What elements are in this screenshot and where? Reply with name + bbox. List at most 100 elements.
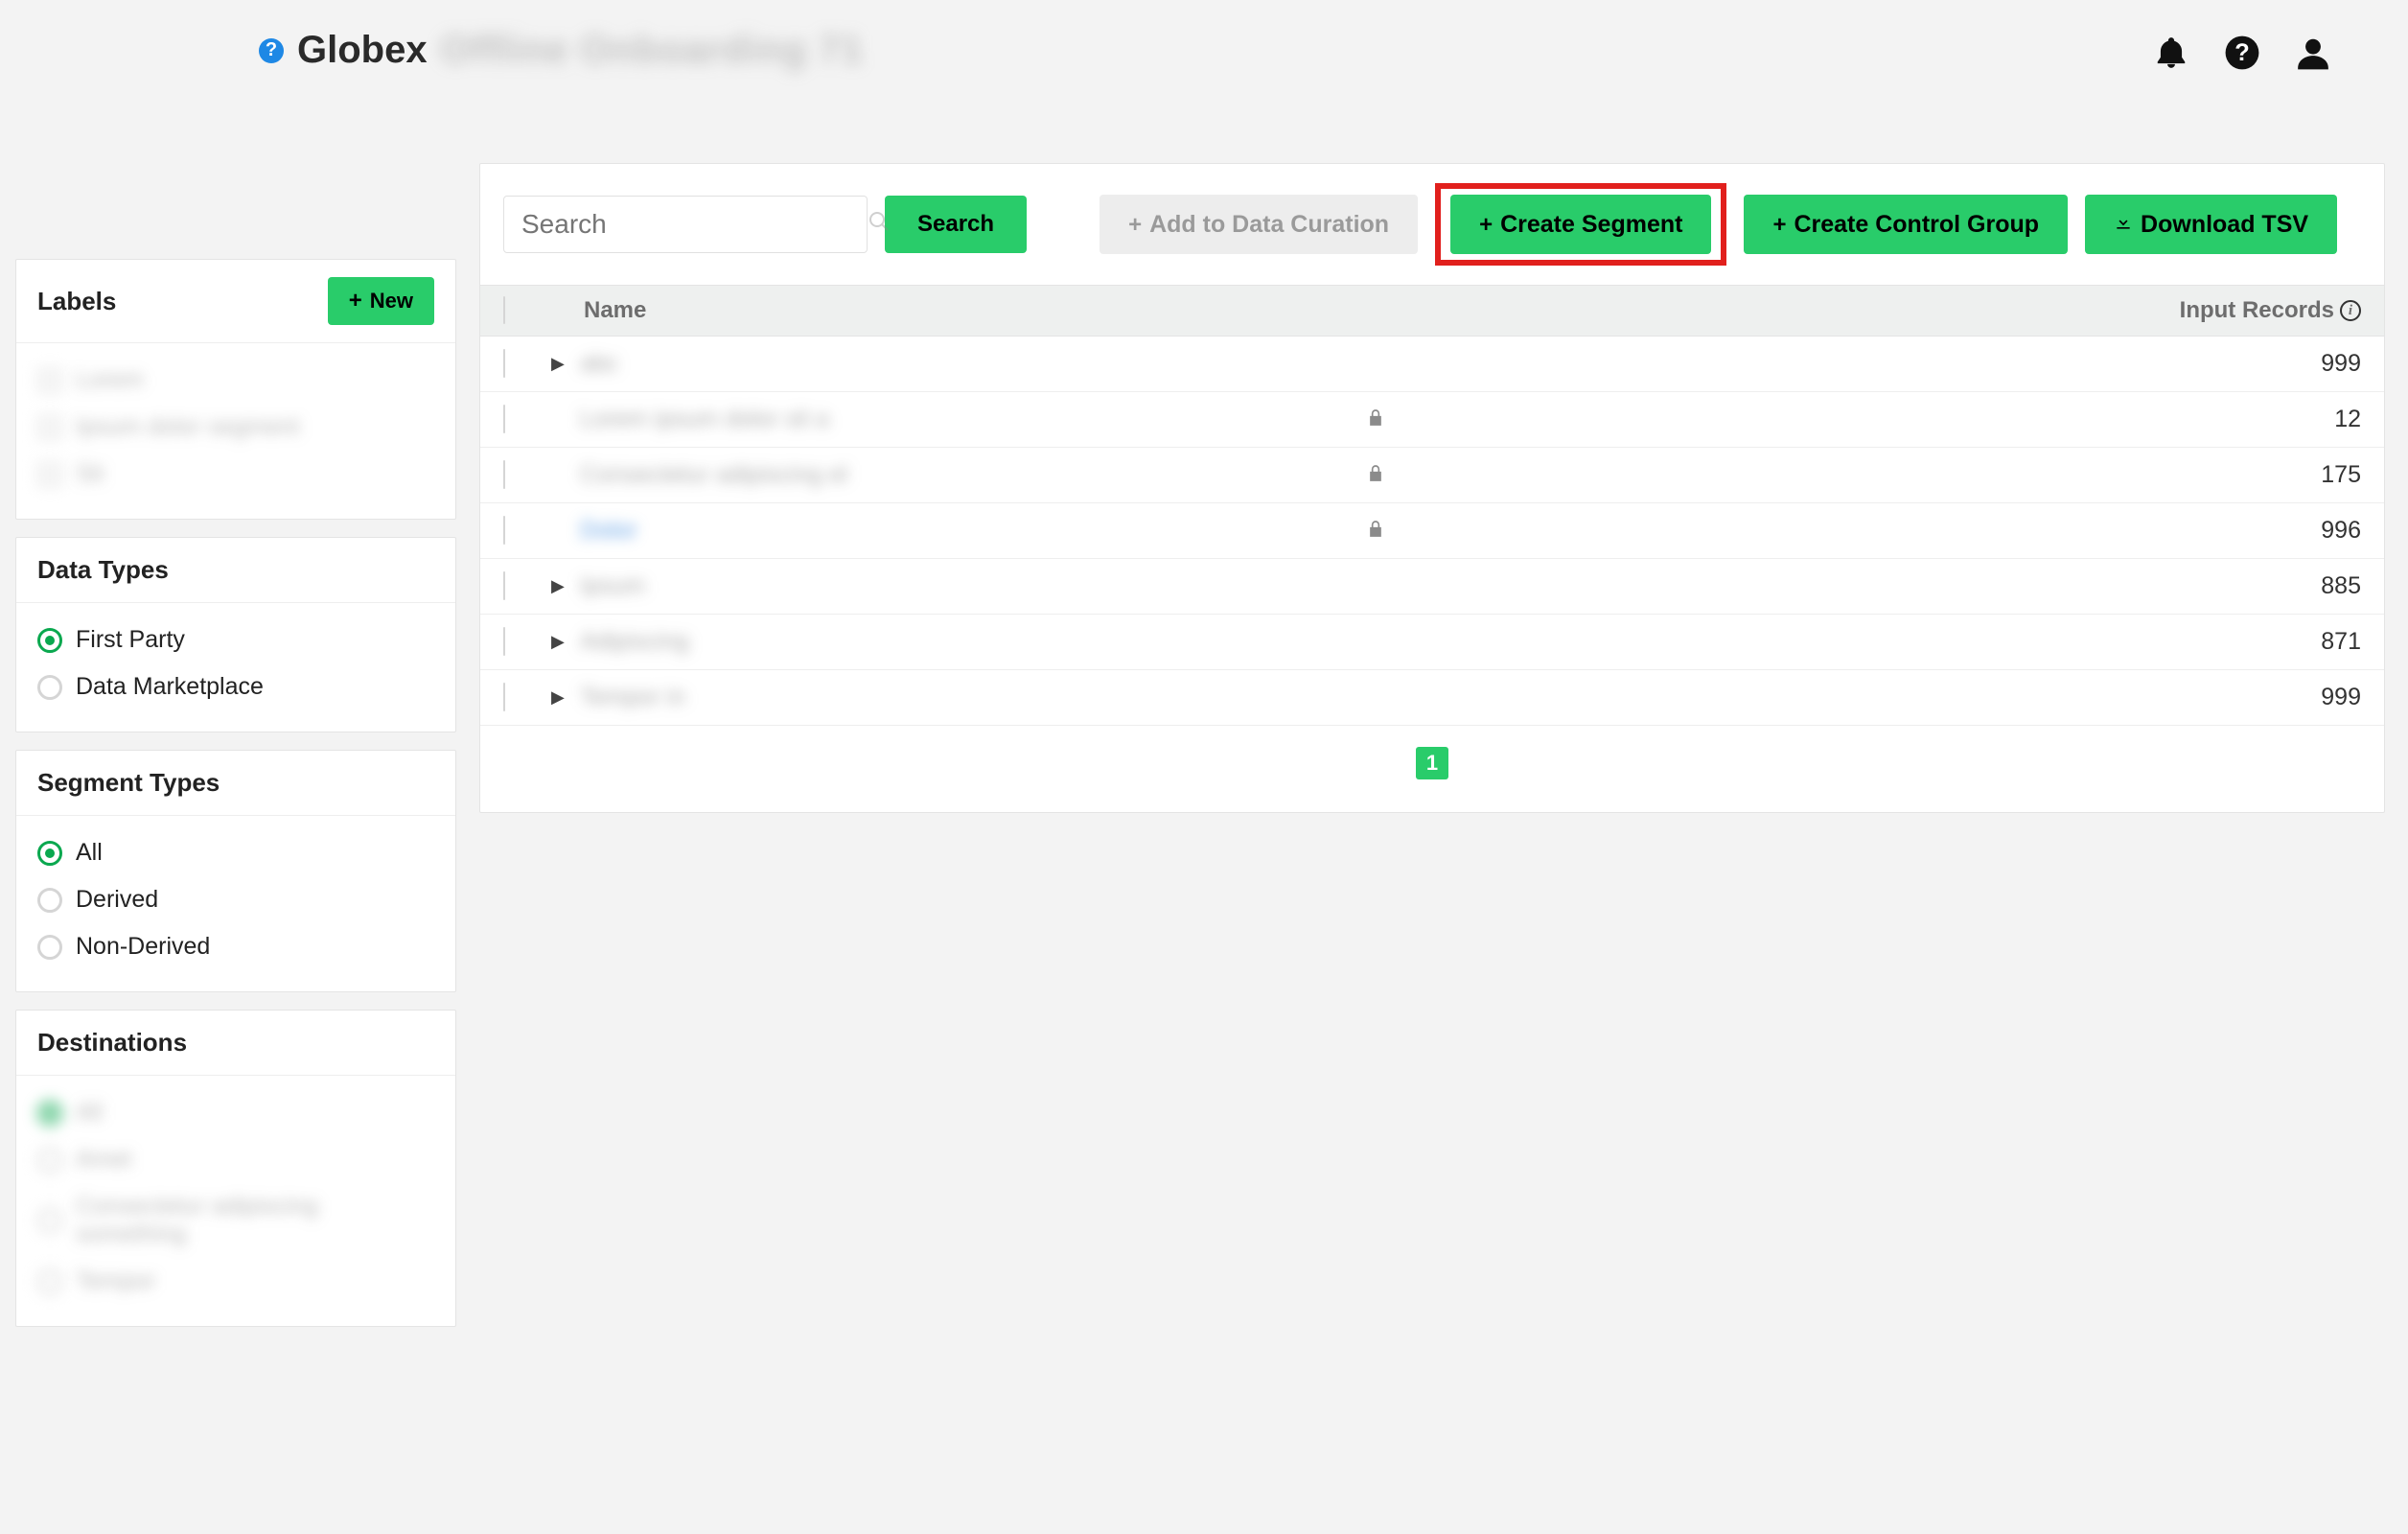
checkbox[interactable] — [37, 462, 62, 487]
label-filter-item[interactable]: Lorem — [37, 357, 434, 404]
lock-icon — [1366, 406, 1385, 433]
segment-types-panel: Segment Types All Derived Non-Derived — [15, 750, 456, 992]
radio[interactable] — [37, 1269, 62, 1294]
download-tsv-label: Download TSV — [2141, 211, 2308, 239]
topbar: ? Globex Offline Onboarding 71 ? — [0, 0, 2408, 163]
filter-radio-item[interactable]: First Party — [37, 616, 434, 663]
row-name: Ipsum — [580, 572, 645, 600]
profile-icon[interactable] — [2295, 35, 2331, 78]
row-checkbox[interactable] — [503, 627, 505, 656]
column-name[interactable]: Name — [580, 297, 2180, 324]
select-all-checkbox[interactable] — [503, 296, 505, 324]
create-control-group-label: Create Control Group — [1794, 211, 2039, 239]
radio[interactable] — [37, 628, 62, 653]
plus-icon — [1479, 211, 1493, 239]
brand-row: ? Globex Offline Onboarding 71 — [259, 29, 2370, 72]
row-records: 885 — [2236, 572, 2361, 600]
filter-radio-item[interactable]: All — [37, 1089, 434, 1136]
search-button[interactable]: Search — [885, 196, 1027, 253]
table-row[interactable]: ▶abc999 — [480, 337, 2384, 392]
brand-name: Globex — [297, 29, 428, 72]
data-types-panel: Data Types First PartyData Marketplace — [15, 537, 456, 732]
label-filter-text: Ipsum dolor segment — [76, 413, 299, 441]
add-curation-label: Add to Data Curation — [1149, 211, 1389, 239]
label-filter-item[interactable]: Sit — [37, 451, 434, 498]
search-input[interactable] — [521, 209, 868, 240]
expand-toggle[interactable]: ▶ — [551, 632, 580, 652]
row-name: Dolor — [580, 517, 637, 545]
create-segment-highlight: Create Segment — [1435, 183, 1726, 266]
expand-toggle[interactable]: ▶ — [551, 576, 580, 596]
radio[interactable] — [37, 888, 62, 913]
filter-radio-label: First Party — [76, 626, 185, 654]
filter-radio-label: Non-Derived — [76, 933, 210, 961]
radio[interactable] — [37, 841, 62, 866]
new-label-text: New — [370, 289, 413, 314]
radio[interactable] — [37, 1148, 62, 1173]
new-label-button[interactable]: New — [328, 277, 434, 325]
table-row[interactable]: ▶Adipiscing871 — [480, 615, 2384, 670]
help-badge-icon[interactable]: ? — [259, 38, 284, 63]
row-checkbox[interactable] — [503, 571, 505, 600]
bell-icon[interactable] — [2153, 35, 2189, 78]
create-segment-button[interactable]: Create Segment — [1450, 195, 1711, 254]
help-icon[interactable]: ? — [2224, 35, 2260, 78]
segment-types-title: Segment Types — [37, 768, 220, 798]
filter-radio-label: Amet — [76, 1146, 131, 1174]
radio[interactable] — [37, 935, 62, 960]
page-current[interactable]: 1 — [1416, 747, 1448, 779]
row-records: 999 — [2236, 684, 2361, 711]
filter-radio-item[interactable]: Non-Derived — [37, 923, 434, 970]
filter-radio-label: Derived — [76, 886, 158, 914]
filter-radio-item[interactable]: Derived — [37, 876, 434, 923]
radio[interactable] — [37, 675, 62, 700]
table-row[interactable]: Lorem ipsum dolor sit a12 — [480, 392, 2384, 448]
breadcrumb-blurred: Offline Onboarding 71 — [441, 29, 864, 72]
row-name: Adipiscing — [580, 628, 689, 656]
radio[interactable] — [37, 1101, 62, 1126]
destinations-title: Destinations — [37, 1028, 187, 1058]
row-checkbox[interactable] — [503, 516, 505, 545]
table-row[interactable]: Consectetur adipiscing el175 — [480, 448, 2384, 503]
info-icon[interactable]: i — [2340, 300, 2361, 321]
checkbox[interactable] — [37, 368, 62, 393]
row-checkbox[interactable] — [503, 460, 505, 489]
expand-toggle[interactable]: ▶ — [551, 354, 580, 374]
column-records[interactable]: Input Records i — [2180, 297, 2361, 324]
search-wrap — [503, 196, 868, 253]
sidebar: Labels New LoremIpsum dolor segmentSit D… — [15, 259, 456, 1327]
row-records: 12 — [2236, 406, 2361, 433]
search-button-label: Search — [917, 211, 994, 238]
main-panel: Search Add to Data Curation Create Segme… — [479, 163, 2385, 813]
table-row[interactable]: Dolor996 — [480, 503, 2384, 559]
row-checkbox[interactable] — [503, 683, 505, 711]
plus-icon — [1128, 211, 1142, 239]
table-row[interactable]: ▶Ipsum 885 — [480, 559, 2384, 615]
radio[interactable] — [37, 1208, 62, 1233]
lock-icon — [1366, 461, 1385, 489]
download-tsv-button[interactable]: Download TSV — [2085, 195, 2337, 254]
top-icons: ? — [2153, 35, 2331, 78]
filter-radio-item[interactable]: Tempor — [37, 1258, 434, 1305]
table-row[interactable]: ▶Tempor in999 — [480, 670, 2384, 726]
row-name: Consectetur adipiscing el — [580, 461, 847, 489]
filter-radio-item[interactable]: Amet — [37, 1136, 434, 1183]
search-icon — [868, 210, 891, 240]
table-header: Name Input Records i — [480, 285, 2384, 337]
row-checkbox[interactable] — [503, 349, 505, 378]
create-control-group-button[interactable]: Create Control Group — [1744, 195, 2068, 254]
expand-toggle[interactable]: ▶ — [551, 687, 580, 708]
row-checkbox[interactable] — [503, 405, 505, 433]
row-name: abc — [580, 350, 618, 378]
filter-radio-item[interactable]: All — [37, 829, 434, 876]
label-filter-item[interactable]: Ipsum dolor segment — [37, 404, 434, 451]
filter-radio-item[interactable]: Consectetur adipiscing something — [37, 1183, 434, 1258]
svg-text:?: ? — [2234, 39, 2249, 66]
checkbox[interactable] — [37, 415, 62, 440]
label-filter-text: Sit — [76, 460, 104, 488]
lock-icon — [1366, 517, 1385, 545]
toolbar: Search Add to Data Curation Create Segme… — [480, 164, 2384, 285]
filter-radio-label: All — [76, 839, 103, 867]
filter-radio-label: Consectetur adipiscing something — [76, 1193, 434, 1248]
filter-radio-item[interactable]: Data Marketplace — [37, 663, 434, 710]
